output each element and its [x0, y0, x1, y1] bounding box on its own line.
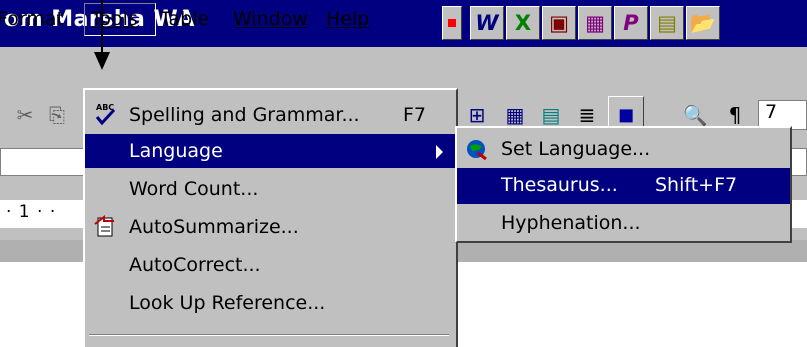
powerpoint-app-icon[interactable]: ▣: [542, 6, 576, 40]
menu-item-look-up-reference[interactable]: Look Up Reference...: [85, 286, 456, 320]
menu-table[interactable]: Table: [160, 8, 209, 30]
annotation-arrow-icon: [94, 52, 110, 70]
menu-window[interactable]: Window: [233, 8, 308, 30]
menu-item-autocorrect[interactable]: AutoCorrect...: [85, 248, 456, 282]
menu-format[interactable]: Format: [0, 8, 64, 30]
menu-item-spelling-grammar[interactable]: ABC Spelling and Grammar... F7: [85, 98, 456, 132]
document-map-icon[interactable]: [442, 6, 462, 40]
style-field[interactable]: [0, 148, 88, 176]
tools-menu: ABC Spelling and Grammar... F7 Language …: [83, 88, 458, 347]
menu-item-set-language[interactable]: Set Language...: [457, 132, 790, 168]
menu-item-word-count[interactable]: Word Count...: [85, 172, 456, 206]
menu-bar: [0, 47, 807, 90]
autosummarize-icon: [91, 213, 119, 241]
ruler-right: [790, 200, 807, 228]
language-submenu: Set Language... Thesaurus... Shift+F7 Hy…: [455, 126, 792, 243]
ruler-marks: · 1 · ·: [6, 202, 57, 222]
menu-item-thesaurus[interactable]: Thesaurus... Shift+F7: [457, 168, 790, 204]
word-app-icon[interactable]: W: [470, 6, 504, 40]
publisher-app-icon[interactable]: P: [614, 6, 648, 40]
open-folder-icon[interactable]: 📂: [686, 6, 720, 40]
spelling-check-icon: ABC: [91, 101, 119, 129]
menu-separator: [89, 334, 449, 336]
notepad-app-icon[interactable]: ▤: [650, 6, 684, 40]
menu-help[interactable]: Help: [326, 8, 369, 30]
submenu-arrow-icon: [436, 145, 443, 159]
access-app-icon[interactable]: ▦: [578, 6, 612, 40]
excel-app-icon[interactable]: X: [506, 6, 540, 40]
cut-icon[interactable]: ✂: [10, 100, 40, 130]
menu-item-autosummarize[interactable]: AutoSummarize...: [85, 210, 456, 244]
menu-item-hyphenation[interactable]: Hyphenation...: [457, 206, 790, 242]
copy-icon[interactable]: ⎘: [42, 100, 72, 130]
set-language-icon: [463, 136, 491, 164]
menu-tools[interactable]: Tools: [84, 3, 156, 36]
menu-item-language[interactable]: Language: [85, 134, 456, 168]
